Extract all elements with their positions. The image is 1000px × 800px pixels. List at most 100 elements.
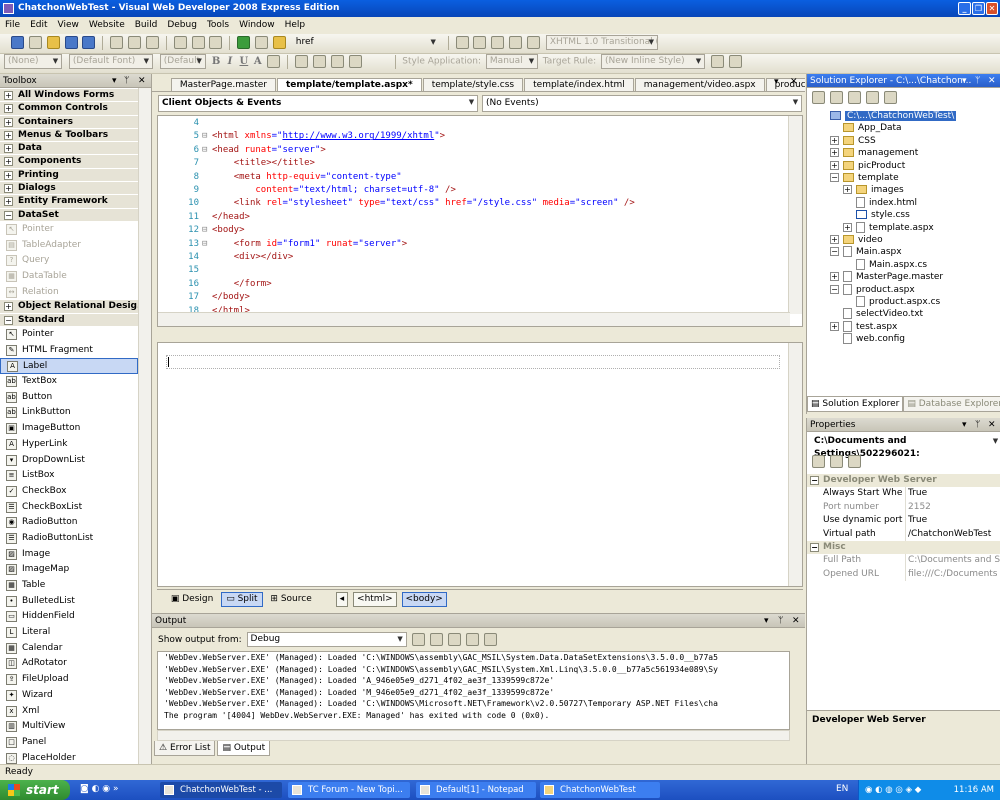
font-color-icon[interactable]: A <box>252 56 263 67</box>
outline-toggle[interactable]: ⊟ <box>202 224 212 237</box>
indent-icon[interactable] <box>473 36 487 49</box>
toolbox-item-wizard[interactable]: ✦ Wizard <box>0 688 138 704</box>
toolbox-section-common-controls[interactable]: + Common Controls <box>0 102 138 116</box>
refresh-icon[interactable] <box>829 91 843 104</box>
client-objects-combo[interactable]: Client Objects & Events ▼ <box>158 95 478 112</box>
toolbox-section-printing[interactable]: + Printing <box>0 168 138 183</box>
dropdown-arrow-icon[interactable]: ▾ <box>962 418 967 431</box>
toolbox-item-hyperlink[interactable]: A HyperLink <box>0 437 138 453</box>
output-text[interactable]: 'WebDev.WebServer.EXE' (Managed): Loaded… <box>157 651 790 730</box>
property-pages-icon[interactable] <box>847 455 861 468</box>
tab-list-icon[interactable]: ▾ <box>774 77 779 87</box>
source-code-editor[interactable]: 4 5 ⊟ <html xmlns="http://www.w3.org/1999/x… <box>157 115 803 327</box>
output-horizontal-scrollbar[interactable] <box>157 730 790 741</box>
undo-icon[interactable] <box>173 36 187 49</box>
comment-icon[interactable] <box>509 36 523 49</box>
italic-icon[interactable]: I <box>225 56 236 67</box>
property-row-use-dynamic-ports[interactable]: Use dynamic ports True <box>807 514 1000 528</box>
property-value[interactable]: file:///C:/Documents and Se <box>905 567 1000 582</box>
pin-icon[interactable]: ᛘ <box>975 74 980 87</box>
copy-icon[interactable] <box>128 36 141 49</box>
minimize-button[interactable]: _ <box>958 2 971 15</box>
design-view-button[interactable]: ▣ Design <box>166 592 218 607</box>
view-in-browser-icon[interactable] <box>255 36 268 49</box>
toolbox-section-standard[interactable]: − Standard <box>0 313 138 327</box>
properties-icon[interactable] <box>812 91 825 104</box>
tree-item-web-config[interactable]: web.config <box>830 333 905 345</box>
tree-item-main-aspx-cs[interactable]: Main.aspx.cs <box>843 258 927 271</box>
toolbox-item-image[interactable]: ▨ Image <box>0 547 138 563</box>
close-icon[interactable]: ✕ <box>792 614 800 627</box>
save-icon[interactable] <box>64 36 78 49</box>
open-folder-icon[interactable] <box>46 36 60 49</box>
menu-view[interactable]: View <box>53 17 84 34</box>
tab-output[interactable]: ▤ Output <box>217 741 271 756</box>
tab-style-css[interactable]: template/style.css <box>422 78 524 91</box>
clear-all-icon[interactable] <box>466 633 480 646</box>
design-surface[interactable] <box>157 342 803 587</box>
toolbox-item-imagemap[interactable]: ▨ ImageMap <box>0 562 138 578</box>
tree-item-template-aspx[interactable]: + template.aspx <box>843 221 934 234</box>
expand-icon[interactable]: + <box>830 272 839 282</box>
menu-file[interactable]: File <box>0 17 25 34</box>
font-combo[interactable]: (Default Font) ▼ <box>68 54 153 69</box>
toolbox-item-placeholder[interactable]: ◌ PlaceHolder <box>0 751 138 764</box>
tree-item-video[interactable]: + video <box>830 234 883 246</box>
format-icon[interactable] <box>491 36 505 49</box>
cut-icon[interactable] <box>110 36 124 49</box>
toolbox-section-object-relational-desig[interactable]: + Object Relational Desig... <box>0 300 147 314</box>
view-code-icon[interactable] <box>865 91 879 104</box>
property-row-opened-url[interactable]: Opened URL file:///C:/Documents and Se <box>807 567 1000 582</box>
source-view-button[interactable]: ⊞ Source <box>265 592 316 607</box>
split-divider[interactable] <box>157 329 803 341</box>
dropdown-arrow-icon[interactable]: ▾ <box>112 74 117 87</box>
property-row-always-start-when-d[interactable]: Always Start When DTrue <box>807 487 1000 501</box>
tree-item-c-chatchonwebtest[interactable]: C:\...\ChatchonWebTest\ <box>817 110 957 122</box>
toolbox-item-html-fragment[interactable]: ✎ HTML Fragment <box>0 343 138 359</box>
toolbox-item-multiview[interactable]: ▥ MultiView <box>0 719 138 735</box>
pin-icon[interactable]: ᛘ <box>975 418 980 431</box>
pin-icon[interactable]: ᛘ <box>778 614 783 627</box>
task-notepad[interactable]: Default[1] - Notepad <box>416 782 536 798</box>
bullets-icon[interactable] <box>312 55 326 68</box>
toolbox-item-label[interactable]: A Label <box>0 358 138 375</box>
toolbox-item-bulletedlist[interactable]: • BulletedList <box>0 594 138 610</box>
close-icon[interactable]: ✕ <box>988 418 996 431</box>
tab-video-aspx[interactable]: management/video.aspx <box>634 78 765 91</box>
block-format-combo[interactable]: (None) ▼ <box>4 54 62 69</box>
toolbox-item-fileupload[interactable]: ⇪ FileUpload <box>0 672 138 688</box>
close-icon[interactable]: ✕ <box>988 74 996 87</box>
uncomment-icon[interactable] <box>527 36 540 49</box>
copy-website-icon[interactable] <box>883 91 897 104</box>
toolbox-section-menus-toolbars[interactable]: + Menus & Toolbars <box>0 128 138 143</box>
tab-product-aspx[interactable]: product.aspx <box>765 78 805 91</box>
go-to-prev-icon[interactable] <box>430 633 444 646</box>
tray-icons[interactable]: ◉ ◐ ◍ ◎ ◈ ◆ <box>859 785 921 795</box>
expand-icon[interactable]: + <box>830 160 839 170</box>
toolbox-item-table[interactable]: ▦ Table <box>0 578 138 594</box>
task-tc-forum[interactable]: TC Forum - New Topi... <box>288 782 410 798</box>
toolbox-item-xml[interactable]: x Xml <box>0 704 138 720</box>
collapse-icon[interactable]: − <box>830 173 839 182</box>
toolbox-item-listbox[interactable]: ≡ ListBox <box>0 468 138 484</box>
toolbox-item-adrotator[interactable]: ◫ AdRotator <box>0 656 138 672</box>
tree-item-masterpage-master[interactable]: + MasterPage.master <box>830 271 943 283</box>
language-indicator[interactable]: EN <box>836 784 848 794</box>
new-style-icon[interactable] <box>710 55 724 68</box>
property-category-misc[interactable]: − Misc <box>807 541 1000 555</box>
new-project-icon[interactable] <box>10 36 24 49</box>
events-combo[interactable]: (No Events) ▼ <box>482 95 802 112</box>
toolbox-item-checkboxlist[interactable]: ☰ CheckBoxList <box>0 500 138 516</box>
tree-item-images[interactable]: + images <box>843 184 904 196</box>
tree-item-picproduct[interactable]: + picProduct <box>830 160 905 172</box>
tab-solution-explorer[interactable]: ▤ Solution Explorer <box>807 397 904 412</box>
tree-item-test-aspx[interactable]: + test.aspx <box>830 320 897 333</box>
restore-button[interactable]: ❐ <box>972 2 985 15</box>
property-value[interactable]: True <box>905 514 1000 528</box>
start-debug-icon[interactable] <box>237 36 251 49</box>
tree-item-selectvideo-txt[interactable]: selectVideo.txt <box>830 308 923 320</box>
toolbox-scrollbar[interactable] <box>138 88 151 764</box>
task-chatchonwebtest-vwd[interactable]: ChatchonWebTest - ... <box>160 782 282 798</box>
collapse-icon[interactable]: − <box>830 247 839 257</box>
go-to-next-icon[interactable] <box>448 633 462 646</box>
